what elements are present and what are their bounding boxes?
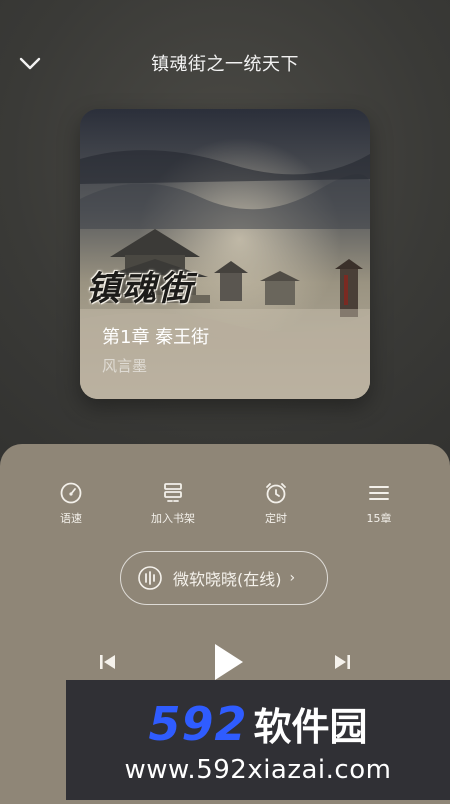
add-bookshelf-button[interactable]: 加入书架 — [133, 480, 213, 526]
watermark-brand: 592 软件园 — [148, 696, 367, 751]
chapters-button[interactable]: 15章 — [339, 480, 419, 526]
speed-gauge-icon — [60, 482, 82, 504]
watermark-url: www.592xiazai.com — [124, 754, 392, 785]
timer-button[interactable]: 定时 — [236, 480, 316, 526]
page-title: 镇魂街之一统天下 — [151, 54, 299, 75]
add-bookshelf-label: 加入书架 — [151, 512, 195, 525]
menu-list-icon — [369, 486, 389, 500]
play-button[interactable] — [206, 638, 250, 686]
timer-label: 定时 — [265, 512, 287, 525]
speed-button[interactable]: 语速 — [31, 480, 111, 526]
watermark-number: 592 — [148, 696, 248, 751]
skip-next-icon — [335, 655, 350, 669]
add-bookshelf-icon — [164, 483, 182, 502]
watermark-text: 软件园 — [253, 704, 368, 749]
chapters-label: 15章 — [366, 512, 392, 525]
voice-label: 微软晓晓(在线) — [173, 570, 282, 589]
author-name: 风言墨 — [102, 357, 148, 375]
chevron-right-icon: › — [289, 570, 296, 586]
skip-previous-icon — [100, 655, 115, 669]
next-button[interactable] — [328, 648, 356, 676]
previous-button[interactable] — [94, 648, 122, 676]
chapter-title: 第1章 秦王街 — [102, 327, 210, 348]
book-cover: 镇魂街 第1章 秦王街 风言墨 — [80, 109, 370, 399]
top-bar: 镇魂街之一统天下 — [0, 0, 450, 120]
watermark-banner: 592 软件园 www.592xiazai.com — [66, 680, 450, 800]
voice-selector[interactable]: 微软晓晓(在线) › — [120, 551, 328, 605]
cover-calligraphy: 镇魂街 — [86, 269, 194, 309]
sound-wave-icon — [138, 566, 162, 590]
play-icon — [215, 644, 243, 680]
speed-label: 语速 — [60, 512, 82, 525]
alarm-clock-icon — [266, 483, 286, 504]
